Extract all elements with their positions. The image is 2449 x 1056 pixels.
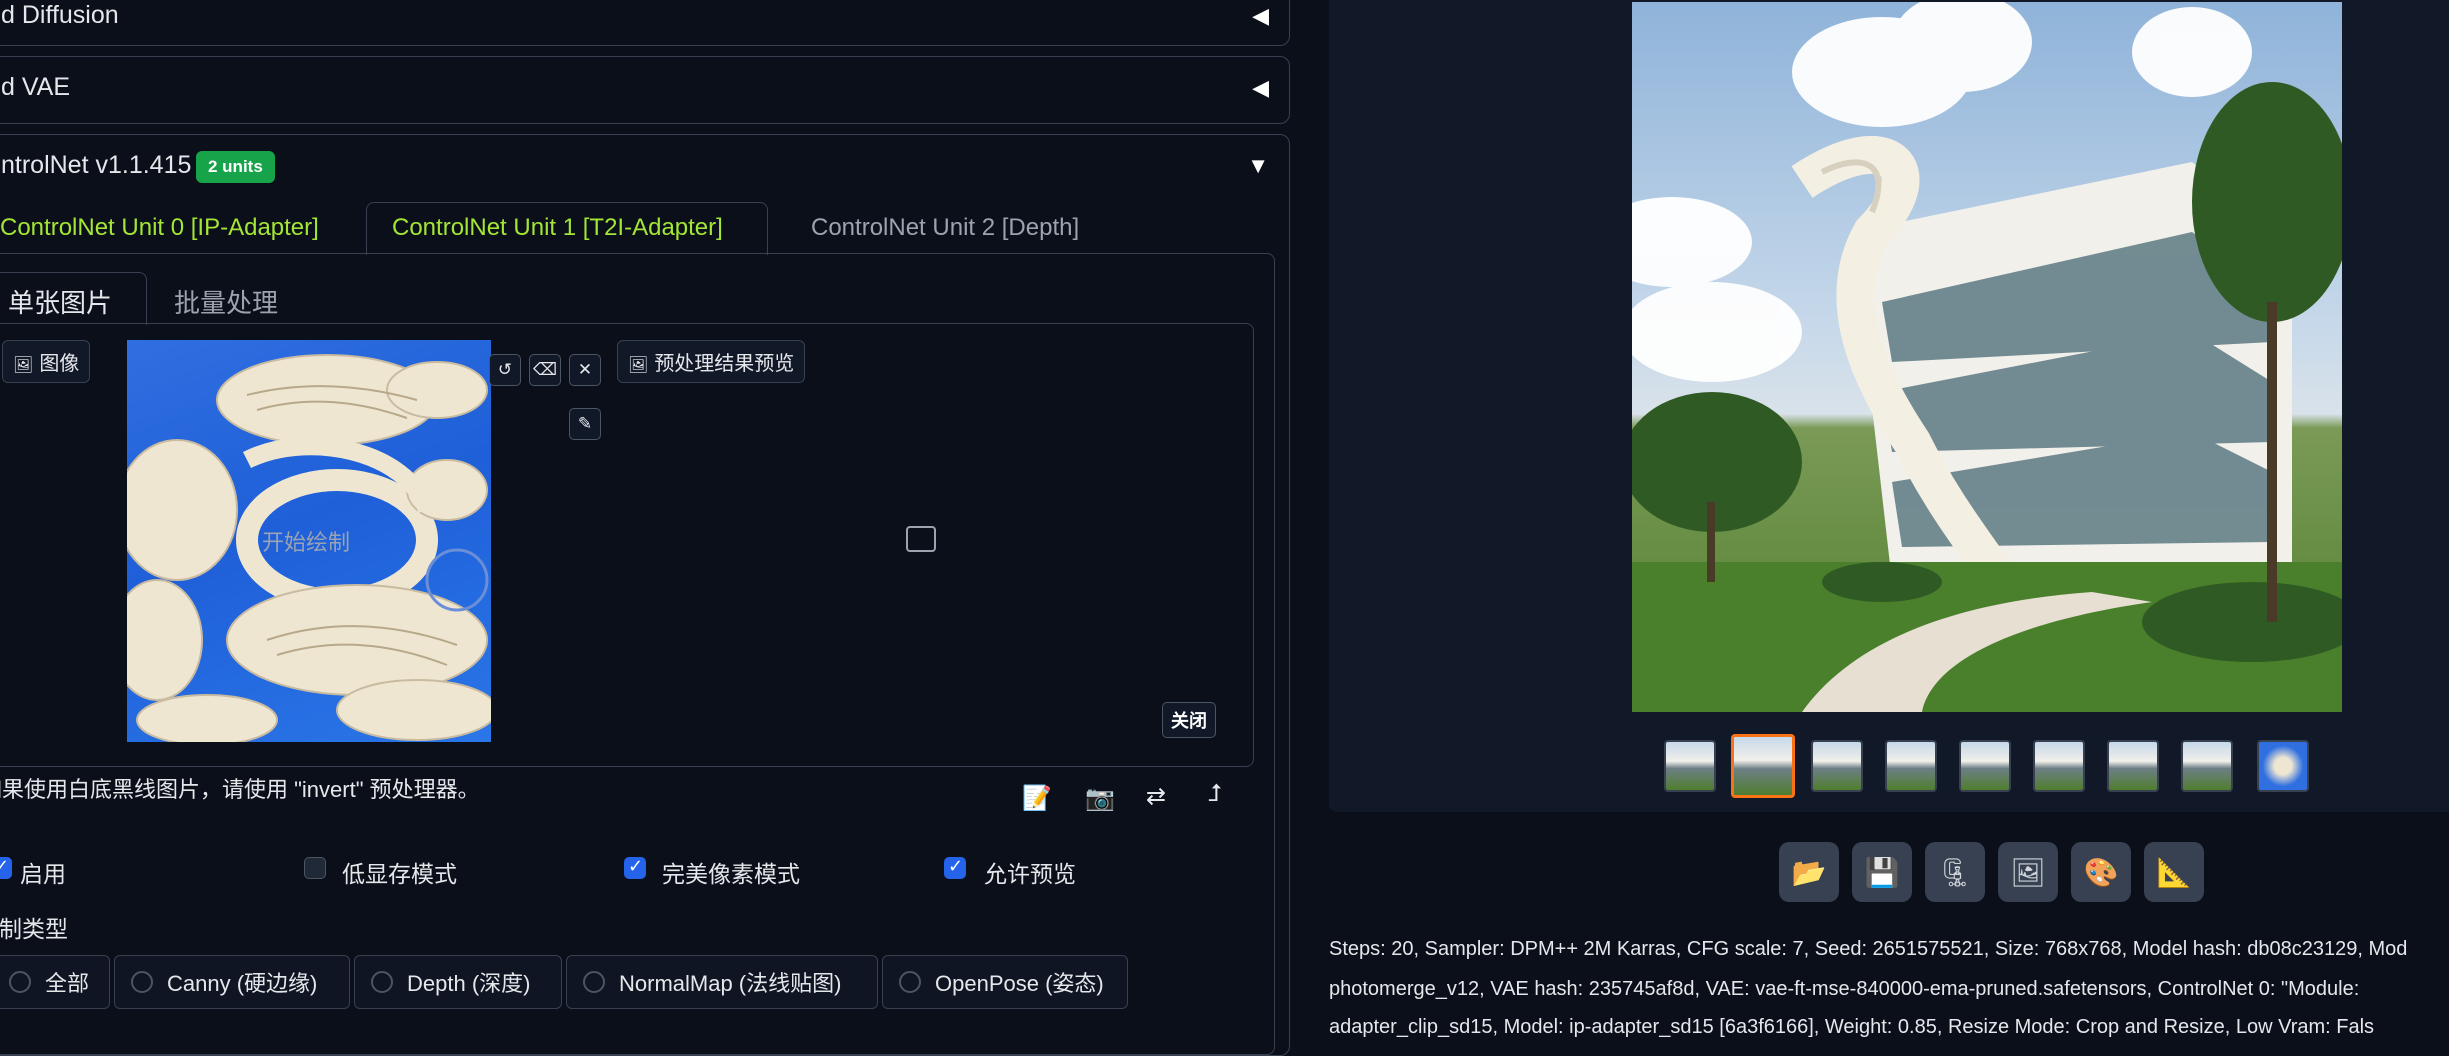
allow-preview-label: 允许预览 [984, 861, 1076, 887]
low-vram-checkbox[interactable] [304, 857, 326, 879]
ruler-icon: 📐 [2156, 856, 2192, 888]
accordion-controlnet-title[interactable]: ntrolNet v1.1.415 [1, 151, 191, 180]
radio-openpose[interactable]: OpenPose (姿态) [882, 955, 1128, 1009]
notepad-icon[interactable]: 📝 [1022, 784, 1052, 813]
radio-label: OpenPose (姿态) [935, 971, 1104, 996]
radio-label: Canny (硬边缘) [167, 971, 318, 996]
image-icon: 🖼 [13, 357, 34, 374]
gallery-thumbnail[interactable] [1811, 740, 1863, 792]
zip-icon: 🗜 [1937, 856, 1973, 888]
building-artwork [1632, 2, 2342, 712]
low-vram-label: 低显存模式 [342, 861, 457, 887]
undo-button[interactable]: ↺ [489, 354, 521, 386]
brush-button[interactable]: ✎ [569, 408, 601, 440]
zip-button[interactable]: 🗜 [1925, 842, 1985, 902]
gallery-thumbnail[interactable] [2257, 740, 2309, 792]
send-to-inpaint-button[interactable]: 🎨 [2071, 842, 2131, 902]
image-label-text: 图像 [39, 353, 80, 375]
send-icon[interactable]: ⮥ [1208, 780, 1222, 808]
radio-normalmap[interactable]: NormalMap (法线贴图) [566, 955, 878, 1009]
input-image-canvas[interactable]: 开始绘制 [127, 340, 491, 742]
preview-label: 🖼 预处理结果预览 [617, 340, 806, 383]
send-to-extras-button[interactable]: 📐 [2144, 842, 2204, 902]
tab-unit-0[interactable]: ControlNet Unit 0 [IP-Adapter] [0, 214, 319, 242]
invert-hint: 如果使用白底黑线图片，请使用 "invert" 预处理器。 [0, 777, 480, 802]
gallery-thumbnail[interactable] [1959, 740, 2011, 792]
tab-single-image[interactable]: 单张图片 [8, 283, 112, 320]
expand-arrow-icon[interactable]: ▼ [1247, 153, 1269, 179]
accordion-vae-title: d VAE [1, 73, 71, 101]
radio-all[interactable]: 全部 [0, 955, 110, 1009]
radio-circle [9, 971, 31, 993]
image-icon: 🖼 [2010, 856, 2046, 888]
accordion-diffusion-title: d Diffusion [1, 1, 119, 29]
generation-info-line-1: Steps: 20, Sampler: DPM++ 2M Karras, CFG… [1329, 938, 2408, 960]
control-type-label: 控制类型 [0, 916, 68, 942]
gallery-thumbnail[interactable] [1885, 740, 1937, 792]
radio-circle [371, 971, 393, 993]
empty-image-icon [906, 526, 936, 552]
send-to-img2img-button[interactable]: 🖼 [1998, 842, 2058, 902]
collapse-arrow-icon[interactable]: ◀ [1252, 75, 1269, 101]
preview-label-text: 预处理结果预览 [654, 353, 795, 375]
gallery-thumbnail[interactable] [2033, 740, 2085, 792]
generation-info-line-3: adapter_clip_sd15, Model: ip-adapter_sd1… [1329, 1016, 2375, 1038]
image-icon: 🖼 [628, 357, 649, 374]
tab-batch[interactable]: 批量处理 [174, 283, 278, 320]
radio-circle [899, 971, 921, 993]
generation-info-line-2: photomerge_v12, VAE hash: 235745af8d, VA… [1329, 978, 2360, 1000]
folder-icon: 📂 [1791, 856, 1827, 888]
radio-depth[interactable]: Depth (深度) [354, 955, 562, 1009]
open-folder-button[interactable]: 📂 [1779, 842, 1839, 902]
output-image[interactable] [1632, 2, 2342, 712]
radio-canny[interactable]: Canny (硬边缘) [114, 955, 350, 1009]
allow-preview-checkbox[interactable] [944, 856, 966, 879]
palette-icon: 🎨 [2083, 856, 2119, 888]
gallery-thumbnail[interactable] [2107, 740, 2159, 792]
gallery-thumbnail[interactable] [1664, 740, 1716, 792]
radio-circle [583, 971, 605, 993]
radio-label: NormalMap (法线贴图) [619, 971, 842, 996]
tab-unit-1[interactable]: ControlNet Unit 1 [T2I-Adapter] [392, 214, 723, 242]
gallery-thumbnail[interactable] [2181, 740, 2233, 792]
enable-checkbox[interactable] [0, 856, 12, 879]
pixel-perfect-label: 完美像素模式 [662, 861, 800, 887]
close-preview-button[interactable]: 关闭 [1162, 702, 1216, 738]
tab-unit-2[interactable]: ControlNet Unit 2 [Depth] [811, 214, 1079, 242]
save-icon: 💾 [1864, 856, 1900, 888]
camera-icon[interactable]: 📷 [1085, 784, 1115, 813]
image-label: 🖼 图像 [2, 340, 91, 383]
radio-label: Depth (深度) [407, 971, 531, 996]
save-button[interactable]: 💾 [1852, 842, 1912, 902]
radio-circle [131, 971, 153, 993]
start-draw-hint: 开始绘制 [262, 530, 351, 555]
accordion-vae[interactable]: d VAE ◀ [0, 56, 1290, 124]
enable-label: 启用 [20, 861, 66, 887]
gallery-thumbnail[interactable] [1731, 734, 1795, 798]
accordion-diffusion[interactable]: d Diffusion ◀ [0, 0, 1290, 46]
units-badge: 2 units [196, 151, 275, 183]
pixel-perfect-checkbox[interactable] [624, 856, 646, 879]
collapse-arrow-icon[interactable]: ◀ [1252, 3, 1269, 29]
swap-icon[interactable]: ⇄ [1146, 782, 1166, 811]
clear-button[interactable]: ✕ [569, 354, 601, 386]
radio-label: 全部 [45, 971, 90, 996]
eraser-button[interactable]: ⌫ [529, 354, 561, 386]
